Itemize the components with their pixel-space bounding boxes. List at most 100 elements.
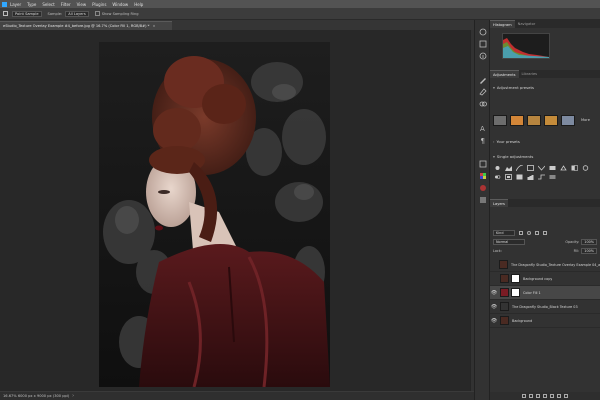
hue-saturation-icon[interactable]	[549, 165, 556, 171]
eye-icon[interactable]: 👁	[490, 314, 498, 328]
visibility-toggle-off-icon[interactable]	[490, 258, 497, 272]
history-icon[interactable]	[479, 28, 487, 36]
layers-panel-tabs: Layers	[490, 199, 600, 207]
channel-mixer-icon[interactable]	[494, 174, 501, 180]
levels-icon[interactable]	[505, 165, 512, 171]
layer-mask-thumbnail[interactable]	[511, 288, 520, 297]
preset-thumbnail[interactable]	[527, 115, 541, 126]
single-adjustments-heading[interactable]: ▾ Single adjustments	[493, 154, 533, 159]
sample-size-select[interactable]: Point Sample	[12, 10, 42, 17]
photo-filter-icon[interactable]	[582, 165, 589, 171]
layers-footer	[490, 392, 600, 400]
preset-thumbnail[interactable]	[544, 115, 558, 126]
options-bar: Point Sample Sample: All Layers Show Sam…	[0, 8, 600, 20]
brush-icon[interactable]	[479, 76, 487, 84]
link-layers-icon[interactable]	[521, 394, 526, 398]
new-adjustment-icon[interactable]	[542, 394, 547, 398]
black-white-icon[interactable]	[571, 165, 578, 171]
gradient-map-icon[interactable]	[549, 174, 556, 180]
close-tab-icon[interactable]: ×	[152, 24, 155, 28]
new-group-icon[interactable]	[550, 394, 555, 398]
expand-caret-icon: ›	[493, 139, 495, 144]
posterize-icon[interactable]	[527, 174, 534, 180]
tab-histogram[interactable]: Histogram	[490, 20, 515, 28]
adjustment-presets-heading[interactable]: ▾ Adjustment presets	[493, 85, 534, 90]
curves-icon[interactable]	[516, 165, 523, 171]
brush-settings-icon[interactable]	[479, 88, 487, 96]
menu-type[interactable]: Type	[27, 2, 36, 7]
preset-thumbnail[interactable]	[510, 115, 524, 126]
delete-layer-icon[interactable]	[564, 394, 569, 398]
layer-name: The Dragonfly Studio_Black Texture 03	[512, 304, 578, 309]
vibrance-icon[interactable]	[538, 165, 545, 171]
portrait-artwork	[99, 42, 330, 387]
menu-help[interactable]: Help	[134, 2, 143, 7]
eyedropper-tool-icon[interactable]	[3, 11, 8, 16]
tab-adjustments[interactable]: Adjustments	[490, 70, 519, 78]
layer-row[interactable]: Background copy	[490, 272, 600, 286]
status-text: 16.67% 6000 px x 9000 px (300 ppi)	[3, 394, 70, 398]
color-icon[interactable]	[479, 184, 487, 192]
layer-name: Background	[512, 318, 533, 323]
character-icon[interactable]: A	[479, 124, 487, 132]
menu-layer[interactable]: Layer	[10, 2, 21, 7]
blend-row: Normal Opacity: 100%	[493, 238, 597, 245]
filter-pixel-icon[interactable]	[519, 230, 523, 235]
filter-type-icon[interactable]	[535, 230, 539, 235]
photoshop-logo[interactable]	[2, 1, 7, 7]
visibility-toggle-off-icon[interactable]	[490, 272, 498, 286]
fill-input[interactable]: 100%	[581, 247, 597, 254]
filter-shape-icon[interactable]	[543, 230, 547, 235]
show-sampling-ring-checkbox[interactable]	[94, 11, 100, 16]
preset-thumbnail[interactable]	[493, 115, 507, 126]
tab-navigator[interactable]: Navigator	[515, 20, 539, 28]
eye-icon[interactable]: 👁	[490, 286, 498, 300]
layer-filter-row: Kind	[493, 229, 597, 236]
info-icon[interactable]	[479, 52, 487, 60]
gradients-icon[interactable]	[479, 196, 487, 204]
opacity-input[interactable]: 100%	[581, 238, 597, 245]
color-lookup-icon[interactable]	[505, 174, 512, 180]
more-presets-link[interactable]: More	[581, 118, 590, 122]
new-layer-icon[interactable]	[557, 394, 562, 398]
panel-icon-rail: A ¶	[474, 20, 490, 400]
blend-mode-select[interactable]: Normal	[493, 238, 525, 245]
add-mask-icon[interactable]	[535, 394, 540, 398]
layer-mask-thumbnail[interactable]	[511, 274, 520, 283]
canvas-image[interactable]	[99, 42, 330, 387]
document-tab[interactable]: eStudio_Texture Overlay Example #4_befor…	[0, 21, 172, 30]
tab-layers[interactable]: Layers	[490, 199, 508, 207]
lock-label: Lock:	[493, 248, 502, 253]
swatches-icon[interactable]	[479, 172, 487, 180]
sample-layers-select[interactable]: All Layers	[65, 10, 89, 17]
tab-libraries[interactable]: Libraries	[519, 70, 541, 78]
layer-kind-filter[interactable]: Kind	[493, 229, 515, 236]
color-balance-icon[interactable]	[560, 165, 567, 171]
invert-icon[interactable]	[516, 174, 523, 180]
brightness-icon[interactable]	[494, 165, 501, 171]
layer-row[interactable]: 👁 The Dragonfly Studio_Black Texture 03	[490, 300, 600, 314]
glyphs-icon[interactable]	[479, 160, 487, 168]
menu-filter[interactable]: Filter	[61, 2, 71, 7]
status-chevron-icon[interactable]: ›	[72, 393, 74, 399]
menu-window[interactable]: Window	[112, 2, 128, 7]
layer-row-selected[interactable]: 👁 Color Fill 1	[490, 286, 600, 300]
layer-name: The Dragonfly Studio_Texture Overlay Exa…	[511, 262, 600, 267]
layer-row[interactable]: The Dragonfly Studio_Texture Overlay Exa…	[490, 258, 600, 272]
your-presets-heading[interactable]: › Your presets	[493, 139, 520, 144]
eye-icon[interactable]: 👁	[490, 300, 498, 314]
threshold-icon[interactable]	[538, 174, 545, 180]
layer-name: Color Fill 1	[523, 290, 541, 295]
exposure-icon[interactable]	[527, 165, 534, 171]
layer-thumbnail	[499, 260, 509, 269]
preset-thumbnail[interactable]	[561, 115, 575, 126]
filter-adjustment-icon[interactable]	[527, 230, 531, 235]
properties-icon[interactable]	[479, 40, 487, 48]
layer-row[interactable]: 👁 Background	[490, 314, 600, 328]
layer-style-icon[interactable]	[528, 394, 533, 398]
menu-plugins[interactable]: Plugins	[92, 2, 106, 7]
menu-select[interactable]: Select	[42, 2, 54, 7]
clone-source-icon[interactable]	[479, 100, 487, 108]
paragraph-icon[interactable]: ¶	[479, 136, 487, 144]
menu-view[interactable]: View	[77, 2, 87, 7]
